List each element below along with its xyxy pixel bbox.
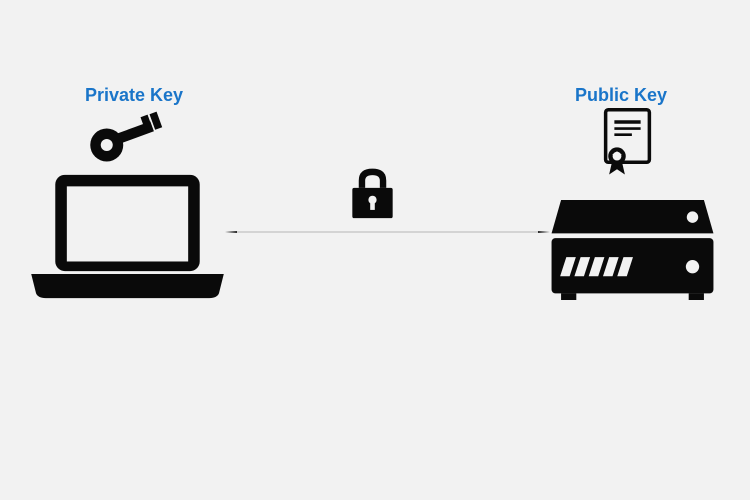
certificate-icon [600, 108, 655, 178]
server-icon [550, 200, 715, 300]
private-key-label: Private Key [85, 85, 183, 106]
bidirectional-arrow [225, 231, 550, 233]
laptop-icon [30, 170, 225, 300]
public-key-label: Public Key [575, 85, 667, 106]
lock-icon [345, 165, 400, 220]
key-icon [88, 110, 163, 165]
